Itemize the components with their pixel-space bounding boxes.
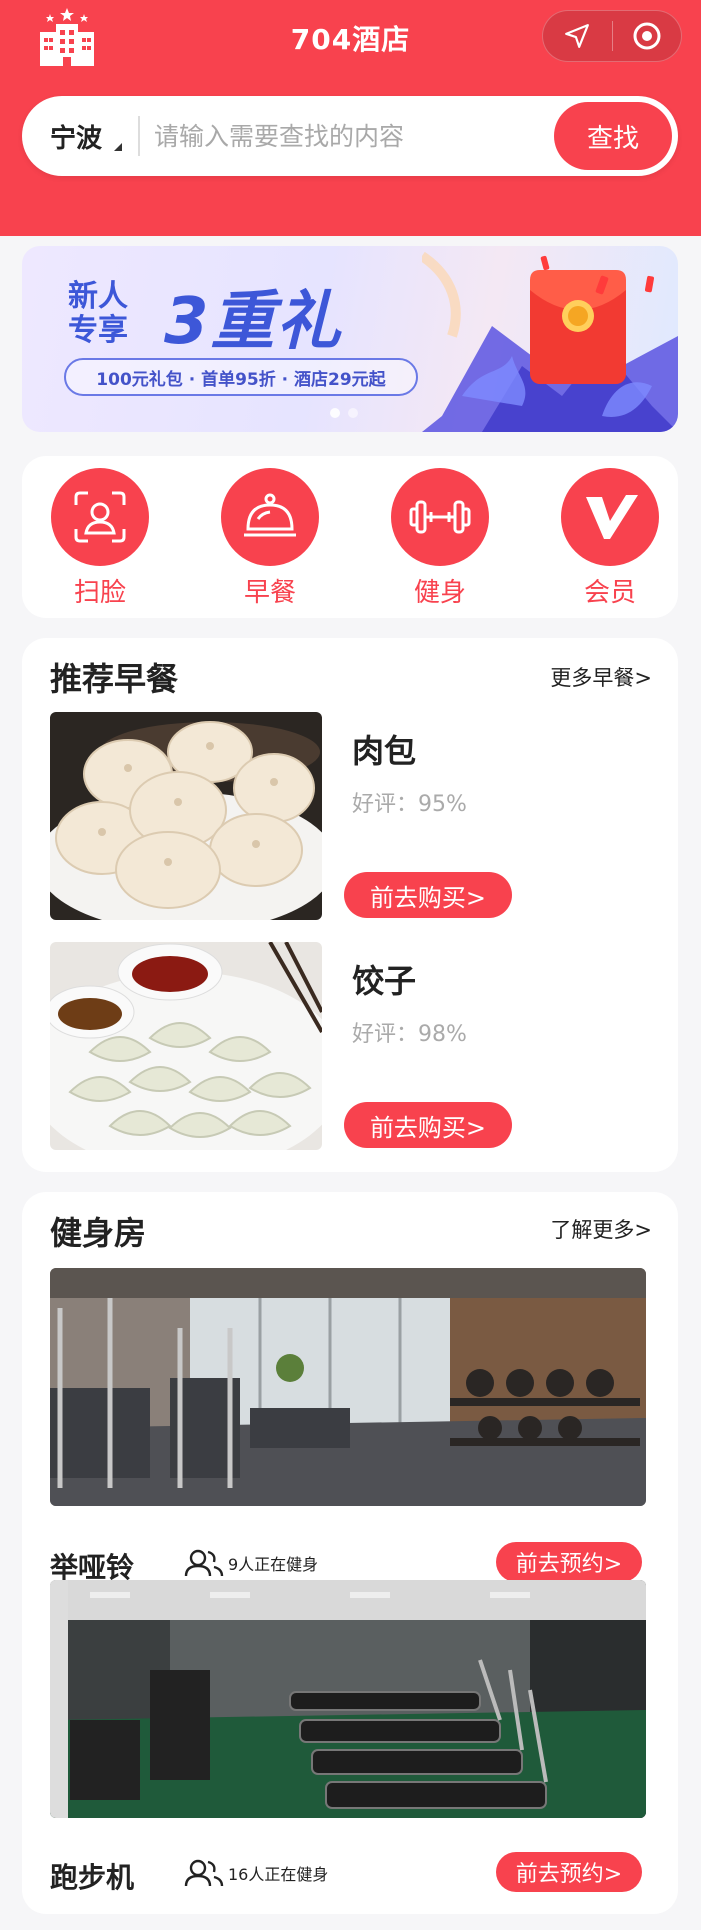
food-name: 饺子 — [352, 962, 417, 1000]
dumplings-photo[interactable] — [50, 942, 322, 1150]
quick-action-breakfast[interactable]: 早餐 — [220, 468, 320, 609]
face-scan-icon — [51, 468, 149, 566]
quick-actions-card: 扫脸 早餐 健身 会员 — [22, 456, 678, 618]
gym-item-name: 跑步机 — [50, 1861, 135, 1894]
location-button[interactable] — [543, 11, 612, 61]
book-button[interactable]: 前去预约> — [496, 1852, 642, 1892]
promo-banner[interactable]: 新人 专享 3重礼 100元礼包 · 首单95折 · 酒店29元起 — [22, 246, 678, 432]
book-button[interactable]: 前去预约> — [496, 1542, 642, 1582]
recommended-breakfast-section: 推荐早餐 更多早餐> 肉包 好评：95% 前去购买> 饺子 好评：98% 前去购… — [22, 638, 678, 1172]
banner-tag-line2: 专享 — [68, 313, 128, 348]
quick-action-face-scan[interactable]: 扫脸 — [50, 468, 150, 609]
banner-headline: 3重礼 — [164, 285, 343, 359]
header-bar: 704酒店 宁波 查找 — [0, 0, 701, 236]
banner-pagination — [330, 408, 358, 418]
red-envelope-icon — [422, 251, 678, 432]
treadmill-room-photo[interactable] — [50, 1580, 646, 1818]
quick-action-fitness[interactable]: 健身 — [390, 468, 490, 609]
quick-action-label: 早餐 — [243, 578, 296, 608]
active-users: 9人正在健身 — [184, 1548, 318, 1578]
buy-button[interactable]: 前去购买> — [344, 1102, 512, 1148]
banner-dot[interactable] — [348, 408, 358, 418]
search-bar: 宁波 查找 — [22, 96, 678, 176]
food-name: 肉包 — [352, 732, 417, 770]
quick-action-member[interactable]: 会员 — [560, 468, 660, 609]
section-title: 推荐早餐 — [50, 660, 179, 698]
city-selector[interactable]: 宁波 — [22, 118, 134, 155]
food-rating: 好评：98% — [352, 1022, 467, 1047]
section-title: 健身房 — [50, 1214, 147, 1252]
buy-button[interactable]: 前去购买> — [344, 872, 512, 918]
more-breakfast-link[interactable]: 更多早餐> — [550, 662, 652, 692]
banner-tag: 新人 专享 — [68, 280, 128, 348]
dumbbell-room-photo[interactable] — [50, 1268, 646, 1506]
dumbbell-icon — [391, 468, 489, 566]
food-cloche-icon — [221, 468, 319, 566]
steamed-buns-photo[interactable] — [50, 712, 322, 920]
active-users-text: 16人正在健身 — [228, 1865, 329, 1884]
gym-section: 健身房 了解更多> 举哑铃 9人正在健身 前去预约> 跑步机 16人正在健身 前… — [22, 1192, 678, 1914]
close-button[interactable] — [613, 11, 682, 61]
mini-program-capsule[interactable] — [542, 10, 682, 62]
city-label: 宁波 — [50, 123, 103, 154]
banner-tag-line1: 新人 — [68, 279, 128, 314]
active-users: 16人正在健身 — [184, 1858, 328, 1888]
dropdown-corner-icon — [114, 142, 122, 151]
active-users-text: 9人正在健身 — [228, 1555, 319, 1574]
search-divider — [138, 116, 140, 156]
banner-dot-active[interactable] — [330, 408, 340, 418]
users-icon — [184, 1859, 224, 1887]
quick-action-label: 健身 — [413, 578, 466, 608]
location-arrow-icon — [565, 24, 590, 48]
target-close-icon — [633, 22, 661, 50]
search-input[interactable] — [154, 121, 554, 151]
quick-action-label: 会员 — [583, 578, 636, 608]
search-button[interactable]: 查找 — [554, 102, 672, 170]
learn-more-link[interactable]: 了解更多> — [550, 1214, 652, 1244]
food-rating: 好评：95% — [352, 792, 467, 817]
quick-action-label: 扫脸 — [73, 578, 126, 608]
users-icon — [184, 1549, 224, 1577]
vip-v-icon — [561, 468, 659, 566]
banner-subline: 100元礼包 · 首单95折 · 酒店29元起 — [64, 358, 418, 396]
